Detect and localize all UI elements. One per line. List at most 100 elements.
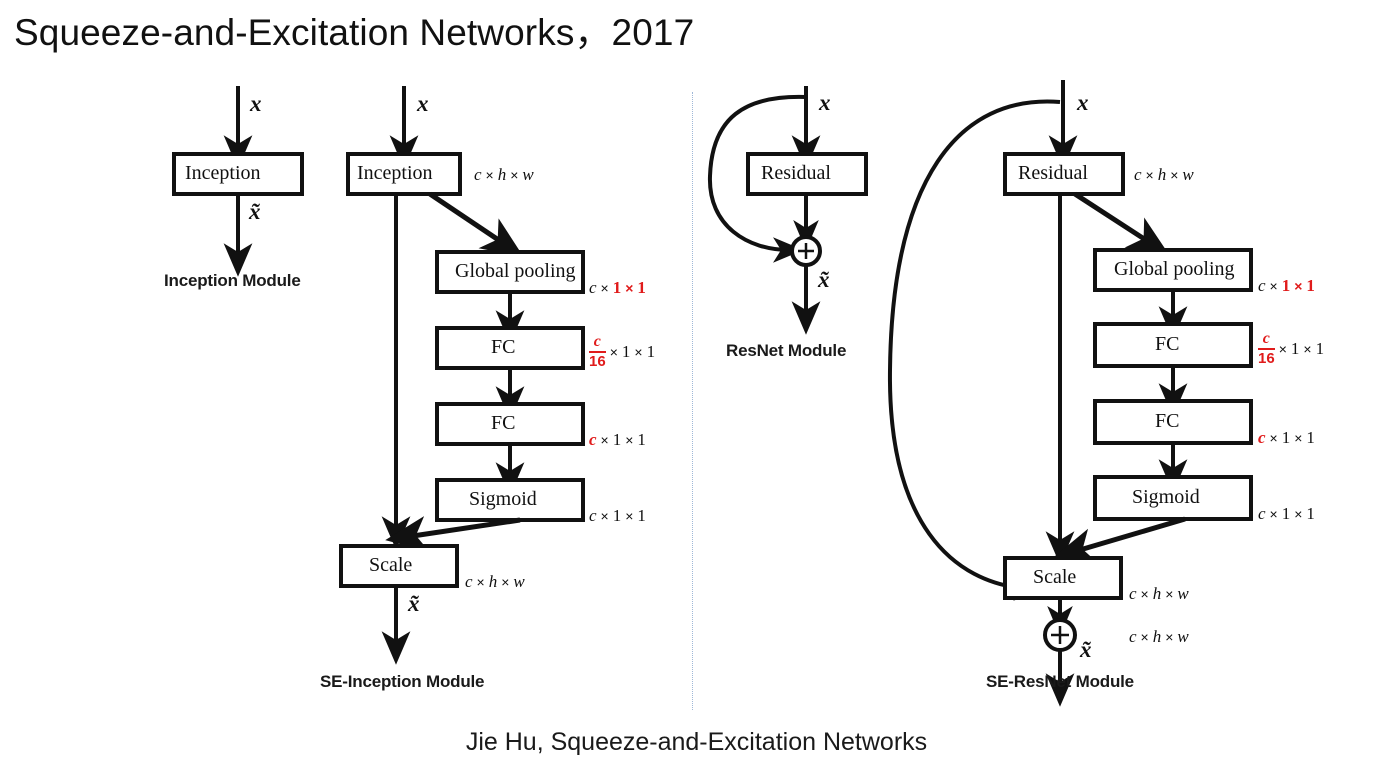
dim-c: c xyxy=(1258,504,1266,523)
dim-after-inception: c × h × w xyxy=(474,166,534,183)
se-resnet-output-label: x̃ xyxy=(1080,637,1092,662)
fraction-numerator: c xyxy=(1262,330,1270,347)
times-icon: × xyxy=(1269,429,1278,446)
times-icon: × xyxy=(1269,277,1278,294)
times-icon: × xyxy=(1269,505,1278,522)
figure-se-modules: x Inception x̃ Inception Module x Incept… xyxy=(0,70,1393,720)
dim-one: 1 xyxy=(1315,339,1325,358)
block-label-fc2: FC xyxy=(491,412,516,434)
dim-one: 1 xyxy=(612,278,622,297)
dim-one: 1 xyxy=(1281,428,1291,447)
dim-after-scale: c × h × w xyxy=(465,573,525,590)
dim-h: h xyxy=(488,572,498,591)
block-label-se-fc2: FC xyxy=(1155,410,1180,432)
dim-c: c xyxy=(1258,276,1266,295)
dim-w: w xyxy=(1177,627,1189,646)
dim-one: 1 xyxy=(621,342,631,361)
times-icon: × xyxy=(1140,628,1149,645)
dim-after-fc1: c 16 × 1 × 1 xyxy=(589,334,655,369)
dim-w: w xyxy=(513,572,525,591)
block-label-global-pooling: Global pooling xyxy=(455,260,576,282)
dim-one: 1 xyxy=(637,506,646,525)
se-resnet-input-label: x xyxy=(1077,90,1089,115)
slide-caption: Jie Hu, Squeeze-and-Excitation Networks xyxy=(465,728,928,756)
dim-one: 1 xyxy=(1290,339,1300,358)
dim-c: c xyxy=(1129,584,1137,603)
times-icon: × xyxy=(600,279,609,296)
block-label-se-scale: Scale xyxy=(1033,566,1077,588)
times-icon: × xyxy=(510,166,519,183)
times-icon: × xyxy=(1303,340,1312,357)
dim-after-fc2: c × 1 × 1 xyxy=(589,431,646,448)
dim-h: h xyxy=(1152,627,1162,646)
block-label-se-global-pooling: Global pooling xyxy=(1114,258,1235,280)
block-label-se-residual: Residual xyxy=(1018,162,1088,184)
times-icon: × xyxy=(1170,166,1179,183)
dim-se-after-global-pooling: c × 1 × 1 xyxy=(1258,277,1315,294)
times-icon: × xyxy=(600,507,609,524)
dim-w: w xyxy=(522,165,534,184)
block-label-sigmoid: Sigmoid xyxy=(469,488,537,510)
times-icon: × xyxy=(1294,277,1303,294)
dim-one: 1 xyxy=(1306,504,1315,523)
page-title: Squeeze-and-Excitation Networks，2017 xyxy=(14,12,695,53)
times-icon: × xyxy=(1145,166,1154,183)
dim-h: h xyxy=(497,165,507,184)
dim-c: c xyxy=(465,572,473,591)
block-label-scale: Scale xyxy=(369,554,413,576)
dim-se-after-scale: c × h × w xyxy=(1129,585,1189,602)
times-icon: × xyxy=(1165,628,1174,645)
dim-c: c xyxy=(589,278,597,297)
group-resnet-module xyxy=(707,86,868,335)
dim-se-after-sigmoid: c × 1 × 1 xyxy=(1258,505,1315,522)
inception-input-label: x xyxy=(250,91,262,116)
dim-one: 1 xyxy=(1306,276,1315,295)
dim-se-after-fc2: c × 1 × 1 xyxy=(1258,429,1315,446)
fraction-denominator: 16 xyxy=(589,353,606,370)
fraction-c-over-16: c 16 xyxy=(589,334,606,369)
dim-one: 1 xyxy=(612,430,622,449)
block-label-se-fc1: FC xyxy=(1155,333,1180,355)
dim-one: 1 xyxy=(1306,428,1315,447)
dim-one: 1 xyxy=(646,342,656,361)
dim-w: w xyxy=(1182,165,1194,184)
times-icon: × xyxy=(625,279,634,296)
dim-after-global-pooling: c × 1 × 1 xyxy=(589,279,646,296)
dim-one: 1 xyxy=(1281,276,1291,295)
dim-one: 1 xyxy=(637,278,646,297)
module-title-se-resnet: SE-ResNet Module xyxy=(986,672,1134,691)
times-icon: × xyxy=(476,573,485,590)
fraction-c-over-16: c 16 xyxy=(1258,331,1275,366)
dim-after-residual: c × h × w xyxy=(1134,166,1194,183)
times-icon: × xyxy=(1140,585,1149,602)
dim-one: 1 xyxy=(1281,504,1291,523)
times-icon: × xyxy=(485,166,494,183)
se-inception-input-label: x xyxy=(417,91,429,116)
module-title-resnet: ResNet Module xyxy=(726,341,847,360)
module-title-se-inception: SE-Inception Module xyxy=(320,672,485,691)
dim-h: h xyxy=(1152,584,1162,603)
se-inception-output-label: x̃ xyxy=(408,591,420,616)
block-label-se-inception: Inception xyxy=(357,162,433,184)
times-icon: × xyxy=(1165,585,1174,602)
dim-se-after-sum: c × h × w xyxy=(1129,628,1189,645)
dim-one: 1 xyxy=(637,430,646,449)
dim-c: c xyxy=(589,430,597,449)
times-icon: × xyxy=(1294,505,1303,522)
dim-c: c xyxy=(1134,165,1142,184)
panel-divider xyxy=(692,92,693,710)
inception-output-label: x̃ xyxy=(249,199,261,224)
block-label-se-sigmoid: Sigmoid xyxy=(1132,486,1200,508)
dim-c: c xyxy=(589,506,597,525)
dim-se-after-fc1: c 16 × 1 × 1 xyxy=(1258,331,1324,366)
block-label-inception: Inception xyxy=(185,162,261,184)
times-icon: × xyxy=(1294,429,1303,446)
dim-one: 1 xyxy=(612,506,622,525)
times-icon: × xyxy=(625,431,634,448)
fraction-numerator: c xyxy=(593,333,601,350)
dim-c: c xyxy=(474,165,482,184)
dim-after-sigmoid: c × 1 × 1 xyxy=(589,507,646,524)
dim-c: c xyxy=(1258,428,1266,447)
block-label-fc1: FC xyxy=(491,336,516,358)
times-icon: × xyxy=(1278,340,1287,357)
